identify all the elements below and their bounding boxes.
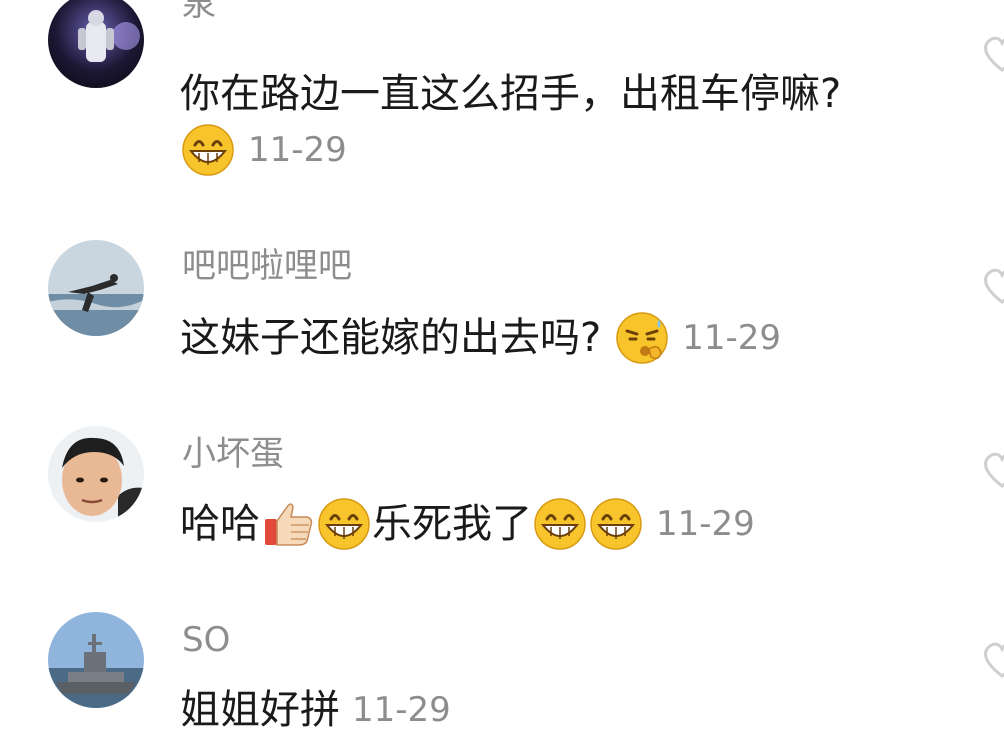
username[interactable]: 吧吧啦哩吧 xyxy=(182,246,352,286)
like-icon[interactable] xyxy=(980,446,1004,490)
comment-time: 11-29 xyxy=(352,690,451,730)
avatar[interactable] xyxy=(48,0,144,88)
grin-emoji xyxy=(181,123,235,177)
comment-text: 你在路边一直这么招手，出租车停嘛? xyxy=(180,71,842,117)
comment-meta-line: 11-29 xyxy=(180,120,347,180)
comment-text: 姐姐好拼 xyxy=(180,687,340,733)
comment-text-line: 姐姐好拼 11-29 xyxy=(180,680,451,740)
comment-text: 乐死我了 xyxy=(372,501,532,547)
comment-time: 11-29 xyxy=(656,504,755,544)
thumbs-up-emoji xyxy=(261,497,315,551)
comment-time: 11-29 xyxy=(682,318,782,358)
like-icon[interactable] xyxy=(980,636,1004,680)
comment-time: 11-29 xyxy=(248,130,347,170)
like-icon[interactable] xyxy=(980,30,1004,74)
grin-emoji xyxy=(317,497,371,551)
comment-text-line: 你在路边一直这么招手，出租车停嘛? xyxy=(180,64,841,124)
username[interactable]: 小坏蛋 xyxy=(182,434,284,474)
grin-emoji xyxy=(589,497,643,551)
comment-text-line: 哈哈 乐死我了 11-29 xyxy=(180,494,755,554)
thinking-sweat-emoji xyxy=(615,311,669,365)
like-icon[interactable] xyxy=(980,262,1004,306)
avatar[interactable] xyxy=(48,426,144,522)
username[interactable]: 泉 xyxy=(182,0,216,24)
username[interactable]: SO xyxy=(182,620,230,660)
comment-text: 哈哈 xyxy=(180,501,260,547)
comment-text: 这妹子还能嫁的出去吗? xyxy=(180,315,602,361)
comment-text-line: 这妹子还能嫁的出去吗? 11-29 xyxy=(180,308,781,368)
comment-list: 泉 你在路边一直这么招手，出租车停嘛? 11-29 吧吧啦哩吧 这妹子还能嫁的出… xyxy=(0,0,1004,753)
avatar[interactable] xyxy=(48,240,144,336)
avatar[interactable] xyxy=(48,612,144,708)
grin-emoji xyxy=(533,497,587,551)
